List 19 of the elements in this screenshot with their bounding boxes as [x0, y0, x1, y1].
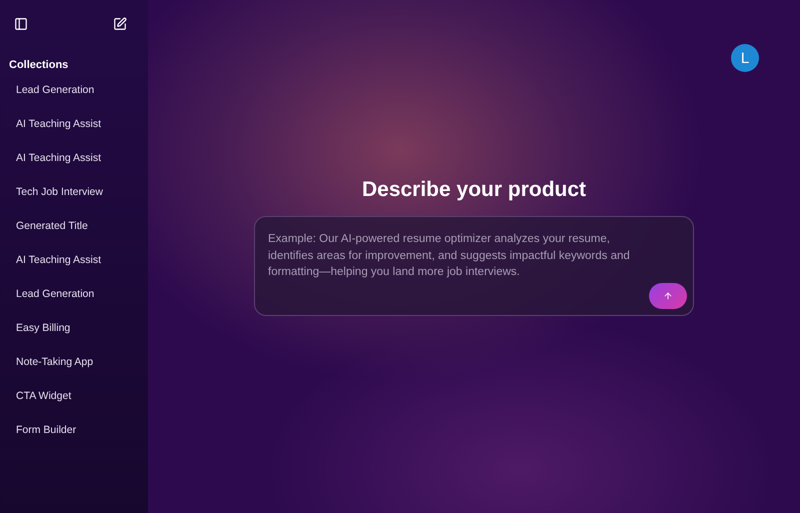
page-title: Describe your product: [362, 178, 586, 202]
prompt-field[interactable]: Example: Our AI-powered resume optimizer analyzes your resume, identifies areas for improvement, and suggests impactful keywords and formatting—helping you land more job interviews.: [254, 216, 694, 316]
collection-item[interactable]: Note-Taking App: [0, 345, 148, 379]
new-chat-icon[interactable]: [113, 17, 127, 31]
sidebar-toggle-icon[interactable]: [14, 17, 28, 31]
arrow-up-icon: [663, 291, 673, 301]
collection-item[interactable]: Tech Job Interview: [0, 175, 148, 209]
section-heading: Collections: [9, 59, 70, 71]
collection-item[interactable]: CTA Widget: [0, 379, 148, 413]
collection-item[interactable]: AI Teaching Assist: [0, 243, 148, 277]
send-button[interactable]: [649, 283, 687, 309]
collection-item[interactable]: Generated Title: [0, 209, 148, 243]
collection-item[interactable]: Form Builder: [0, 413, 148, 447]
collection-item[interactable]: AI Teaching Assist: [0, 107, 148, 141]
collection-item[interactable]: AI Teaching Assist: [0, 141, 148, 175]
collection-item[interactable]: Lead Generation: [0, 73, 148, 107]
collection-item[interactable]: Lead Generation: [0, 277, 148, 311]
user-avatar[interactable]: L: [731, 44, 759, 72]
collection-item[interactable]: Easy Billing: [0, 311, 148, 345]
